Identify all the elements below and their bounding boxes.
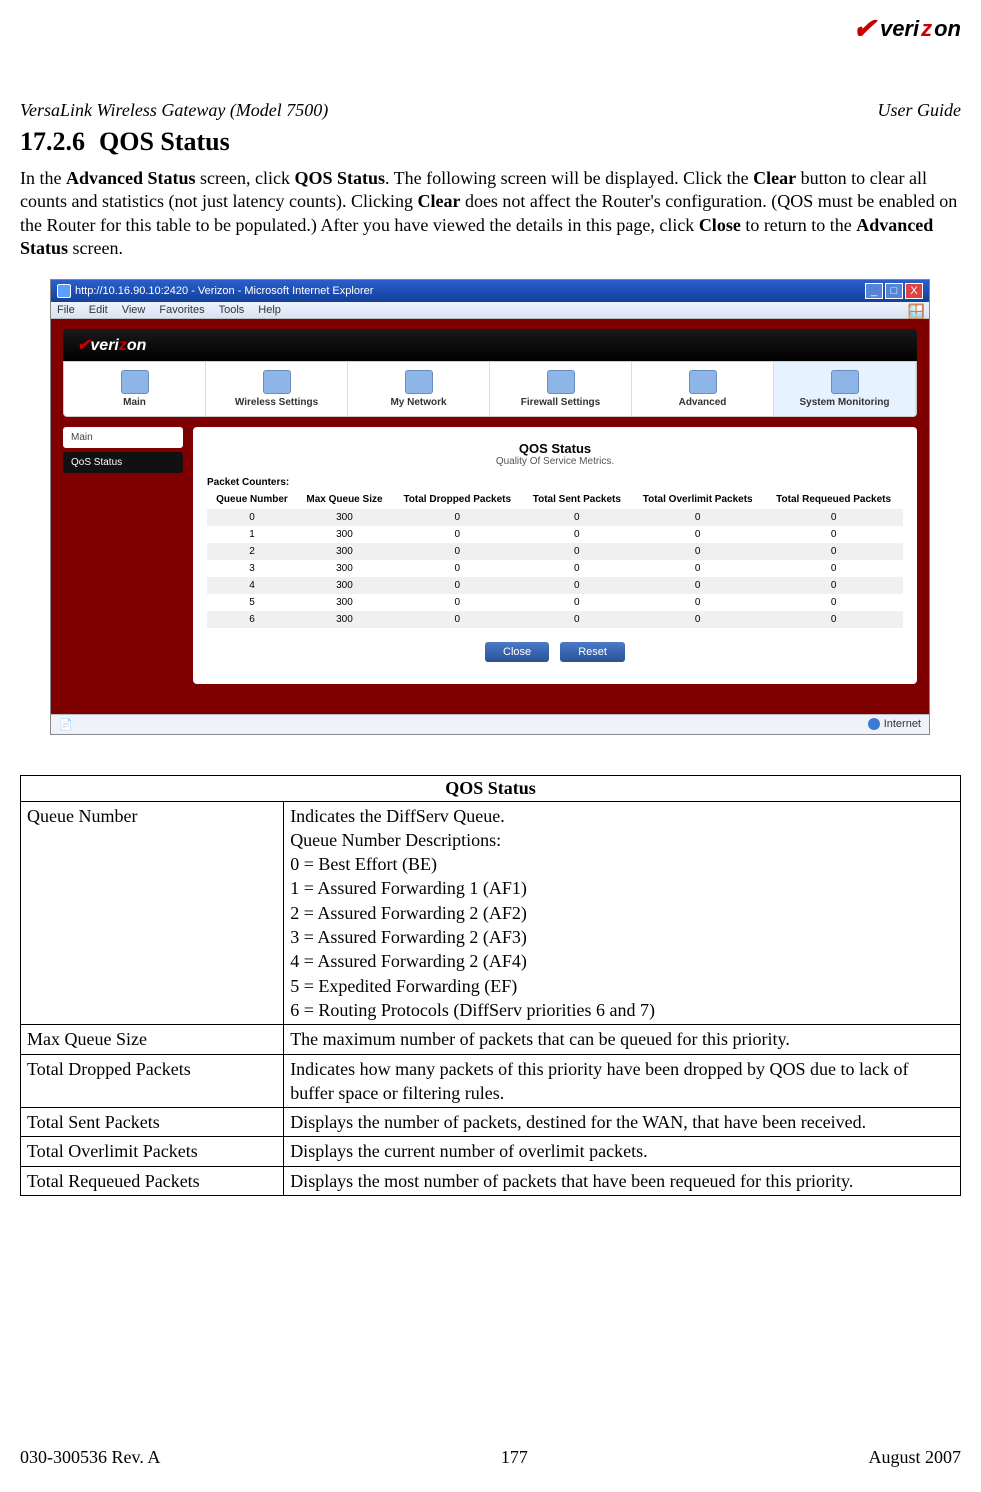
sidebar-item-main[interactable]: Main <box>63 427 183 448</box>
desc-row: Total Overlimit PacketsDisplays the curr… <box>21 1137 961 1166</box>
page-content: ✔verizon Main Wireless Settings My Netwo… <box>51 319 929 714</box>
sidebar-item-qos-status[interactable]: QoS Status <box>63 452 183 473</box>
tab-system-monitoring[interactable]: System Monitoring <box>774 362 916 416</box>
footer-date: August 2007 <box>868 1447 961 1468</box>
minimize-button[interactable]: _ <box>865 283 883 299</box>
doc-title: VersaLink Wireless Gateway (Model 7500) <box>20 100 328 121</box>
table-header: Total Overlimit Packets <box>631 490 764 509</box>
browser-statusbar: 📄 Internet <box>51 714 929 734</box>
sidebar: Main QoS Status <box>63 427 183 684</box>
menu-file[interactable]: File <box>57 304 75 316</box>
menu-edit[interactable]: Edit <box>89 304 108 316</box>
main-icon <box>121 370 149 394</box>
logo-pre: veri <box>880 16 919 42</box>
desc-term: Total Requeued Packets <box>21 1166 284 1195</box>
tab-wireless[interactable]: Wireless Settings <box>206 362 348 416</box>
desc-row: Total Requeued PacketsDisplays the most … <box>21 1166 961 1195</box>
menu-help[interactable]: Help <box>258 304 281 316</box>
monitor-icon <box>831 370 859 394</box>
globe-icon <box>868 718 880 730</box>
desc-def: Displays the current number of overlimit… <box>284 1137 961 1166</box>
intro-paragraph: In the Advanced Status screen, click QOS… <box>20 167 961 261</box>
network-icon <box>405 370 433 394</box>
desc-def: Displays the most number of packets that… <box>284 1166 961 1195</box>
logo-post: on <box>934 16 961 42</box>
page-footer: 030-300536 Rev. A 177 August 2007 <box>20 1447 961 1468</box>
advanced-icon <box>689 370 717 394</box>
desc-term: Max Queue Size <box>21 1025 284 1054</box>
windows-flag-icon: 🪟 <box>908 303 925 320</box>
panel-subtitle: Quality Of Service Metrics. <box>207 456 903 467</box>
menu-view[interactable]: View <box>122 304 146 316</box>
ie-icon <box>57 284 71 298</box>
section-heading: 17.2.6 QOS Status <box>20 127 961 157</box>
status-left-icon: 📄 <box>59 718 73 731</box>
doc-guide: User Guide <box>878 100 962 121</box>
desc-row: Queue NumberIndicates the DiffServ Queue… <box>21 801 961 1025</box>
desc-def: Displays the number of packets, destined… <box>284 1108 961 1137</box>
tab-firewall[interactable]: Firewall Settings <box>490 362 632 416</box>
verizon-logo: ✔ verizon <box>852 12 961 45</box>
table-row: 23000000 <box>207 543 903 560</box>
firewall-icon <box>547 370 575 394</box>
window-titlebar: http://10.16.90.10:2420 - Verizon - Micr… <box>51 280 929 302</box>
desc-def: Indicates how many packets of this prior… <box>284 1054 961 1108</box>
qos-description-table: QOS Status Queue NumberIndicates the Dif… <box>20 775 961 1196</box>
table-header: Max Queue Size <box>297 490 392 509</box>
check-icon: ✔ <box>77 337 90 354</box>
section-number: 17.2.6 <box>20 127 85 157</box>
browser-menubar: File Edit View Favorites Tools Help 🪟 <box>51 302 929 319</box>
footer-page: 177 <box>501 1447 528 1468</box>
close-window-button[interactable]: X <box>905 283 923 299</box>
table-row: 33000000 <box>207 560 903 577</box>
status-zone: Internet <box>884 718 921 730</box>
table-row: 13000000 <box>207 526 903 543</box>
table-header: Total Requeued Packets <box>764 490 903 509</box>
packet-counters-label: Packet Counters: <box>207 477 903 488</box>
section-title: QOS Status <box>99 127 230 156</box>
table-header: Total Sent Packets <box>523 490 632 509</box>
desc-row: Total Sent PacketsDisplays the number of… <box>21 1108 961 1137</box>
maximize-button[interactable]: □ <box>885 283 903 299</box>
close-button[interactable]: Close <box>485 642 549 662</box>
desc-term: Total Dropped Packets <box>21 1054 284 1108</box>
reset-button[interactable]: Reset <box>560 642 625 662</box>
table-row: 03000000 <box>207 509 903 526</box>
desc-def: The maximum number of packets that can b… <box>284 1025 961 1054</box>
qos-table: Queue NumberMax Queue SizeTotal Dropped … <box>207 490 903 628</box>
desc-def: Indicates the DiffServ Queue.Queue Numbe… <box>284 801 961 1025</box>
desc-row: Total Dropped PacketsIndicates how many … <box>21 1054 961 1108</box>
desc-header: QOS Status <box>21 775 961 801</box>
wireless-icon <box>263 370 291 394</box>
menu-tools[interactable]: Tools <box>219 304 245 316</box>
check-icon: ✔ <box>852 12 875 45</box>
browser-window: http://10.16.90.10:2420 - Verizon - Micr… <box>50 279 930 735</box>
tab-advanced[interactable]: Advanced <box>632 362 774 416</box>
logo-z: z <box>921 16 932 42</box>
desc-term: Total Overlimit Packets <box>21 1137 284 1166</box>
table-row: 53000000 <box>207 594 903 611</box>
desc-term: Total Sent Packets <box>21 1108 284 1137</box>
panel-title: QOS Status <box>207 441 903 456</box>
table-row: 63000000 <box>207 611 903 628</box>
table-header: Queue Number <box>207 490 297 509</box>
qos-panel: QOS Status Quality Of Service Metrics. P… <box>193 427 917 684</box>
tab-main[interactable]: Main <box>64 362 206 416</box>
table-header: Total Dropped Packets <box>392 490 523 509</box>
table-row: 43000000 <box>207 577 903 594</box>
menu-favorites[interactable]: Favorites <box>159 304 204 316</box>
brand-bar: ✔verizon <box>63 329 917 361</box>
desc-term: Queue Number <box>21 801 284 1025</box>
top-nav: Main Wireless Settings My Network Firewa… <box>63 361 917 417</box>
tab-mynetwork[interactable]: My Network <box>348 362 490 416</box>
footer-left: 030-300536 Rev. A <box>20 1447 160 1468</box>
window-title: http://10.16.90.10:2420 - Verizon - Micr… <box>75 285 373 297</box>
desc-row: Max Queue SizeThe maximum number of pack… <box>21 1025 961 1054</box>
